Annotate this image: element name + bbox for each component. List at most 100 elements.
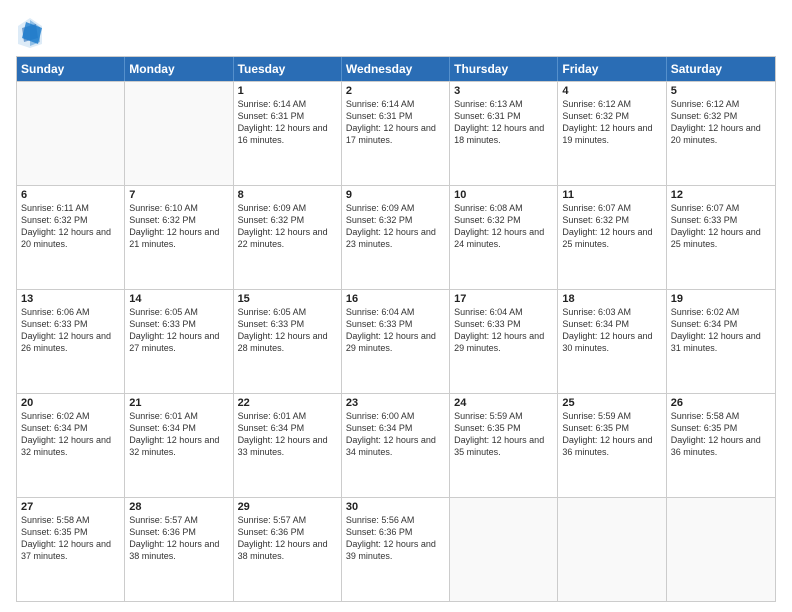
page-header: [16, 16, 776, 48]
calendar-cell-empty-4-6: [667, 498, 775, 601]
day-info: Sunrise: 6:12 AM Sunset: 6:32 PM Dayligh…: [562, 98, 661, 147]
day-number: 26: [671, 397, 771, 409]
calendar-cell-3: 3Sunrise: 6:13 AM Sunset: 6:31 PM Daylig…: [450, 82, 558, 185]
day-number: 15: [238, 293, 337, 305]
day-number: 13: [21, 293, 120, 305]
day-info: Sunrise: 6:06 AM Sunset: 6:33 PM Dayligh…: [21, 306, 120, 355]
calendar-header: SundayMondayTuesdayWednesdayThursdayFrid…: [17, 57, 775, 81]
day-number: 10: [454, 189, 553, 201]
day-number: 28: [129, 501, 228, 513]
calendar-week-3: 13Sunrise: 6:06 AM Sunset: 6:33 PM Dayli…: [17, 289, 775, 393]
calendar-cell-2: 2Sunrise: 6:14 AM Sunset: 6:31 PM Daylig…: [342, 82, 450, 185]
day-info: Sunrise: 6:07 AM Sunset: 6:32 PM Dayligh…: [562, 202, 661, 251]
day-info: Sunrise: 5:57 AM Sunset: 6:36 PM Dayligh…: [129, 514, 228, 563]
day-number: 11: [562, 189, 661, 201]
day-number: 25: [562, 397, 661, 409]
day-info: Sunrise: 5:59 AM Sunset: 6:35 PM Dayligh…: [454, 410, 553, 459]
day-number: 2: [346, 85, 445, 97]
calendar-cell-22: 22Sunrise: 6:01 AM Sunset: 6:34 PM Dayli…: [234, 394, 342, 497]
calendar: SundayMondayTuesdayWednesdayThursdayFrid…: [16, 56, 776, 602]
calendar-cell-14: 14Sunrise: 6:05 AM Sunset: 6:33 PM Dayli…: [125, 290, 233, 393]
day-header-saturday: Saturday: [667, 57, 775, 81]
calendar-week-5: 27Sunrise: 5:58 AM Sunset: 6:35 PM Dayli…: [17, 497, 775, 601]
day-info: Sunrise: 6:08 AM Sunset: 6:32 PM Dayligh…: [454, 202, 553, 251]
calendar-cell-27: 27Sunrise: 5:58 AM Sunset: 6:35 PM Dayli…: [17, 498, 125, 601]
day-number: 7: [129, 189, 228, 201]
calendar-cell-19: 19Sunrise: 6:02 AM Sunset: 6:34 PM Dayli…: [667, 290, 775, 393]
day-number: 30: [346, 501, 445, 513]
day-info: Sunrise: 6:10 AM Sunset: 6:32 PM Dayligh…: [129, 202, 228, 251]
day-info: Sunrise: 5:58 AM Sunset: 6:35 PM Dayligh…: [671, 410, 771, 459]
day-info: Sunrise: 5:56 AM Sunset: 6:36 PM Dayligh…: [346, 514, 445, 563]
calendar-cell-16: 16Sunrise: 6:04 AM Sunset: 6:33 PM Dayli…: [342, 290, 450, 393]
day-info: Sunrise: 6:14 AM Sunset: 6:31 PM Dayligh…: [238, 98, 337, 147]
day-number: 17: [454, 293, 553, 305]
day-header-wednesday: Wednesday: [342, 57, 450, 81]
day-info: Sunrise: 6:07 AM Sunset: 6:33 PM Dayligh…: [671, 202, 771, 251]
day-header-thursday: Thursday: [450, 57, 558, 81]
day-info: Sunrise: 6:12 AM Sunset: 6:32 PM Dayligh…: [671, 98, 771, 147]
day-info: Sunrise: 6:09 AM Sunset: 6:32 PM Dayligh…: [346, 202, 445, 251]
day-info: Sunrise: 6:02 AM Sunset: 6:34 PM Dayligh…: [21, 410, 120, 459]
day-info: Sunrise: 6:09 AM Sunset: 6:32 PM Dayligh…: [238, 202, 337, 251]
calendar-cell-17: 17Sunrise: 6:04 AM Sunset: 6:33 PM Dayli…: [450, 290, 558, 393]
logo-icon: [16, 16, 44, 48]
calendar-cell-5: 5Sunrise: 6:12 AM Sunset: 6:32 PM Daylig…: [667, 82, 775, 185]
day-number: 9: [346, 189, 445, 201]
calendar-cell-25: 25Sunrise: 5:59 AM Sunset: 6:35 PM Dayli…: [558, 394, 666, 497]
day-number: 12: [671, 189, 771, 201]
calendar-cell-4: 4Sunrise: 6:12 AM Sunset: 6:32 PM Daylig…: [558, 82, 666, 185]
calendar-cell-8: 8Sunrise: 6:09 AM Sunset: 6:32 PM Daylig…: [234, 186, 342, 289]
calendar-cell-empty-4-5: [558, 498, 666, 601]
day-info: Sunrise: 5:58 AM Sunset: 6:35 PM Dayligh…: [21, 514, 120, 563]
calendar-cell-15: 15Sunrise: 6:05 AM Sunset: 6:33 PM Dayli…: [234, 290, 342, 393]
calendar-cell-18: 18Sunrise: 6:03 AM Sunset: 6:34 PM Dayli…: [558, 290, 666, 393]
day-info: Sunrise: 6:00 AM Sunset: 6:34 PM Dayligh…: [346, 410, 445, 459]
calendar-cell-empty-0-1: [125, 82, 233, 185]
day-number: 23: [346, 397, 445, 409]
calendar-cell-23: 23Sunrise: 6:00 AM Sunset: 6:34 PM Dayli…: [342, 394, 450, 497]
day-header-monday: Monday: [125, 57, 233, 81]
calendar-cell-30: 30Sunrise: 5:56 AM Sunset: 6:36 PM Dayli…: [342, 498, 450, 601]
day-number: 18: [562, 293, 661, 305]
day-info: Sunrise: 6:01 AM Sunset: 6:34 PM Dayligh…: [129, 410, 228, 459]
day-info: Sunrise: 6:03 AM Sunset: 6:34 PM Dayligh…: [562, 306, 661, 355]
calendar-week-1: 1Sunrise: 6:14 AM Sunset: 6:31 PM Daylig…: [17, 81, 775, 185]
day-header-tuesday: Tuesday: [234, 57, 342, 81]
day-info: Sunrise: 6:13 AM Sunset: 6:31 PM Dayligh…: [454, 98, 553, 147]
calendar-cell-21: 21Sunrise: 6:01 AM Sunset: 6:34 PM Dayli…: [125, 394, 233, 497]
calendar-cell-empty-0-0: [17, 82, 125, 185]
calendar-cell-12: 12Sunrise: 6:07 AM Sunset: 6:33 PM Dayli…: [667, 186, 775, 289]
day-number: 1: [238, 85, 337, 97]
day-number: 8: [238, 189, 337, 201]
day-info: Sunrise: 6:04 AM Sunset: 6:33 PM Dayligh…: [454, 306, 553, 355]
day-number: 19: [671, 293, 771, 305]
day-number: 24: [454, 397, 553, 409]
calendar-cell-1: 1Sunrise: 6:14 AM Sunset: 6:31 PM Daylig…: [234, 82, 342, 185]
day-number: 6: [21, 189, 120, 201]
day-info: Sunrise: 6:05 AM Sunset: 6:33 PM Dayligh…: [238, 306, 337, 355]
day-info: Sunrise: 6:04 AM Sunset: 6:33 PM Dayligh…: [346, 306, 445, 355]
day-info: Sunrise: 6:05 AM Sunset: 6:33 PM Dayligh…: [129, 306, 228, 355]
calendar-cell-empty-4-4: [450, 498, 558, 601]
calendar-week-4: 20Sunrise: 6:02 AM Sunset: 6:34 PM Dayli…: [17, 393, 775, 497]
calendar-body: 1Sunrise: 6:14 AM Sunset: 6:31 PM Daylig…: [17, 81, 775, 601]
calendar-cell-6: 6Sunrise: 6:11 AM Sunset: 6:32 PM Daylig…: [17, 186, 125, 289]
calendar-week-2: 6Sunrise: 6:11 AM Sunset: 6:32 PM Daylig…: [17, 185, 775, 289]
calendar-cell-7: 7Sunrise: 6:10 AM Sunset: 6:32 PM Daylig…: [125, 186, 233, 289]
day-info: Sunrise: 6:01 AM Sunset: 6:34 PM Dayligh…: [238, 410, 337, 459]
calendar-cell-11: 11Sunrise: 6:07 AM Sunset: 6:32 PM Dayli…: [558, 186, 666, 289]
calendar-cell-10: 10Sunrise: 6:08 AM Sunset: 6:32 PM Dayli…: [450, 186, 558, 289]
day-number: 22: [238, 397, 337, 409]
day-info: Sunrise: 6:14 AM Sunset: 6:31 PM Dayligh…: [346, 98, 445, 147]
day-info: Sunrise: 5:57 AM Sunset: 6:36 PM Dayligh…: [238, 514, 337, 563]
day-number: 29: [238, 501, 337, 513]
day-number: 5: [671, 85, 771, 97]
logo: [16, 16, 48, 48]
day-header-sunday: Sunday: [17, 57, 125, 81]
day-number: 4: [562, 85, 661, 97]
day-number: 16: [346, 293, 445, 305]
calendar-cell-24: 24Sunrise: 5:59 AM Sunset: 6:35 PM Dayli…: [450, 394, 558, 497]
day-number: 21: [129, 397, 228, 409]
calendar-cell-9: 9Sunrise: 6:09 AM Sunset: 6:32 PM Daylig…: [342, 186, 450, 289]
